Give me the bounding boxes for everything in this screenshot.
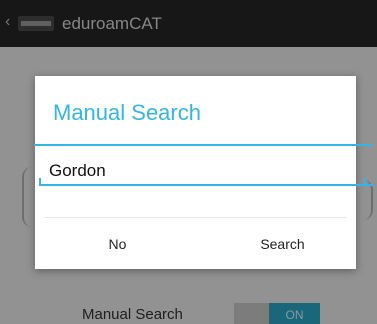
- no-button[interactable]: No: [35, 219, 200, 269]
- search-button[interactable]: Search: [200, 219, 365, 269]
- dialog-title: Manual Search: [53, 100, 201, 125]
- button-bar-divider: [45, 217, 346, 218]
- dialog-title-divider: [34, 144, 372, 146]
- search-input[interactable]: [39, 158, 374, 186]
- screen: ‹ eduroamCAT Manual Search ON Manual Sea…: [0, 0, 377, 324]
- input-underline-left: [39, 178, 41, 186]
- manual-search-dialog: Manual Search No Search: [34, 76, 374, 269]
- input-underline-right: [364, 178, 366, 186]
